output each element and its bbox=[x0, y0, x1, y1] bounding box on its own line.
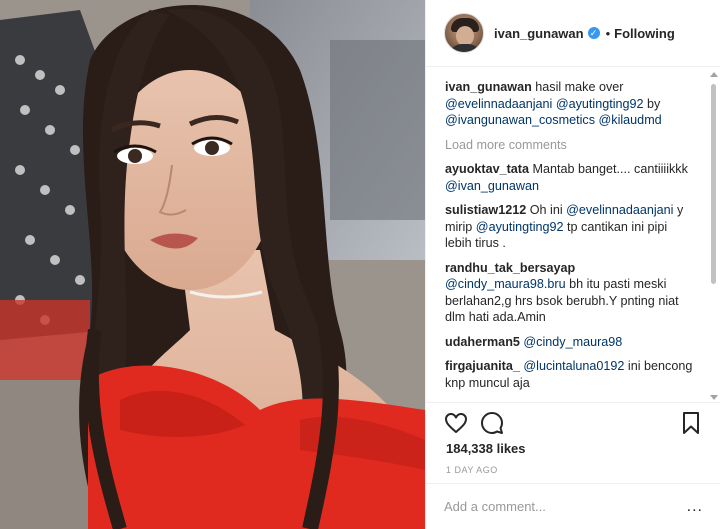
caption-text: hasil make over bbox=[531, 80, 624, 94]
likes-count[interactable]: 184,338 likes bbox=[446, 441, 526, 456]
comment-item: sulistiaw1212 Oh ini @evelinnadaanjani y… bbox=[445, 202, 695, 252]
mention-link[interactable]: @ivan_gunawan bbox=[445, 179, 539, 193]
caption: ivan_gunawan hasil make over @evelinnada… bbox=[445, 79, 695, 129]
mention-link[interactable]: @cindy_maura98.bru bbox=[445, 277, 566, 291]
comment-item: harmeyarief23 Cantix bbox=[445, 399, 695, 401]
post-header: ivan_gunawan ✓ • Following bbox=[426, 0, 720, 67]
comment-author-link[interactable]: harmeyarief23 bbox=[445, 400, 530, 401]
verified-badge-icon: ✓ bbox=[587, 27, 600, 39]
scroll-down-icon[interactable] bbox=[710, 395, 718, 400]
comment-form: ... bbox=[426, 483, 720, 529]
mention-link[interactable]: @cindy_maura98 bbox=[523, 335, 622, 349]
comment-thread: ayuoktav_tata Mantab banget.... cantiiii… bbox=[445, 161, 695, 401]
avatar[interactable] bbox=[444, 13, 484, 53]
comment-author-link[interactable]: randhu_tak_bersayap bbox=[445, 261, 575, 275]
action-bar bbox=[426, 402, 720, 442]
mention-link[interactable]: @ayutingting92 bbox=[556, 97, 644, 111]
following-button[interactable]: Following bbox=[614, 26, 675, 41]
mention-link[interactable]: @evelinnadaanjani bbox=[566, 203, 673, 217]
comment-text: Oh ini bbox=[526, 203, 567, 217]
comments-scrollbar[interactable] bbox=[709, 70, 718, 402]
caption-text: by bbox=[643, 96, 661, 111]
heart-icon[interactable] bbox=[444, 411, 468, 435]
mention-link[interactable]: @ivangunawan_cosmetics bbox=[445, 113, 595, 127]
comment-text: Cantix bbox=[530, 400, 570, 401]
comment-author-link[interactable]: firgajuanita_ bbox=[445, 359, 520, 373]
comment-item: udaherman5 @cindy_maura98 bbox=[445, 334, 695, 351]
separator-dot: • bbox=[605, 25, 611, 41]
comment-input[interactable] bbox=[444, 499, 683, 514]
comment-bubble-icon[interactable] bbox=[480, 411, 504, 435]
scrollbar-thumb[interactable] bbox=[711, 84, 716, 284]
post-image-illustration bbox=[0, 0, 425, 529]
comment-item: ayuoktav_tata Mantab banget.... cantiiii… bbox=[445, 161, 695, 194]
mention-link[interactable]: @kilaudmd bbox=[599, 113, 662, 127]
load-more-comments-button[interactable]: Load more comments bbox=[445, 137, 695, 154]
caption-author-link[interactable]: ivan_gunawan bbox=[445, 80, 532, 94]
post-timestamp[interactable]: 1 DAY AGO bbox=[446, 465, 498, 475]
comment-item: randhu_tak_bersayap @cindy_maura98.bru b… bbox=[445, 260, 695, 326]
comment-text: Mantab banget.... cantiiiikkk bbox=[529, 162, 688, 176]
comment-author-link[interactable]: ayuoktav_tata bbox=[445, 162, 529, 176]
post-photo[interactable] bbox=[0, 0, 425, 529]
comment-author-link[interactable]: sulistiaw1212 bbox=[445, 203, 526, 217]
comment-item: firgajuanita_ @lucintaluna0192 ini benco… bbox=[445, 358, 695, 391]
post-details-panel: ivan_gunawan ✓ • Following ivan_gunawan … bbox=[425, 0, 720, 529]
mention-link[interactable]: @ayutingting92 bbox=[476, 220, 564, 234]
bookmark-icon[interactable] bbox=[679, 411, 703, 435]
more-options-icon[interactable]: ... bbox=[683, 498, 703, 515]
username-link[interactable]: ivan_gunawan bbox=[494, 26, 584, 41]
mention-link[interactable]: @lucintaluna0192 bbox=[523, 359, 624, 373]
mention-link[interactable]: @evelinnadaanjani bbox=[445, 97, 552, 111]
scroll-up-icon[interactable] bbox=[710, 72, 718, 77]
comments-list[interactable]: ivan_gunawan hasil make over @evelinnada… bbox=[426, 68, 720, 401]
comment-author-link[interactable]: udaherman5 bbox=[445, 335, 520, 349]
